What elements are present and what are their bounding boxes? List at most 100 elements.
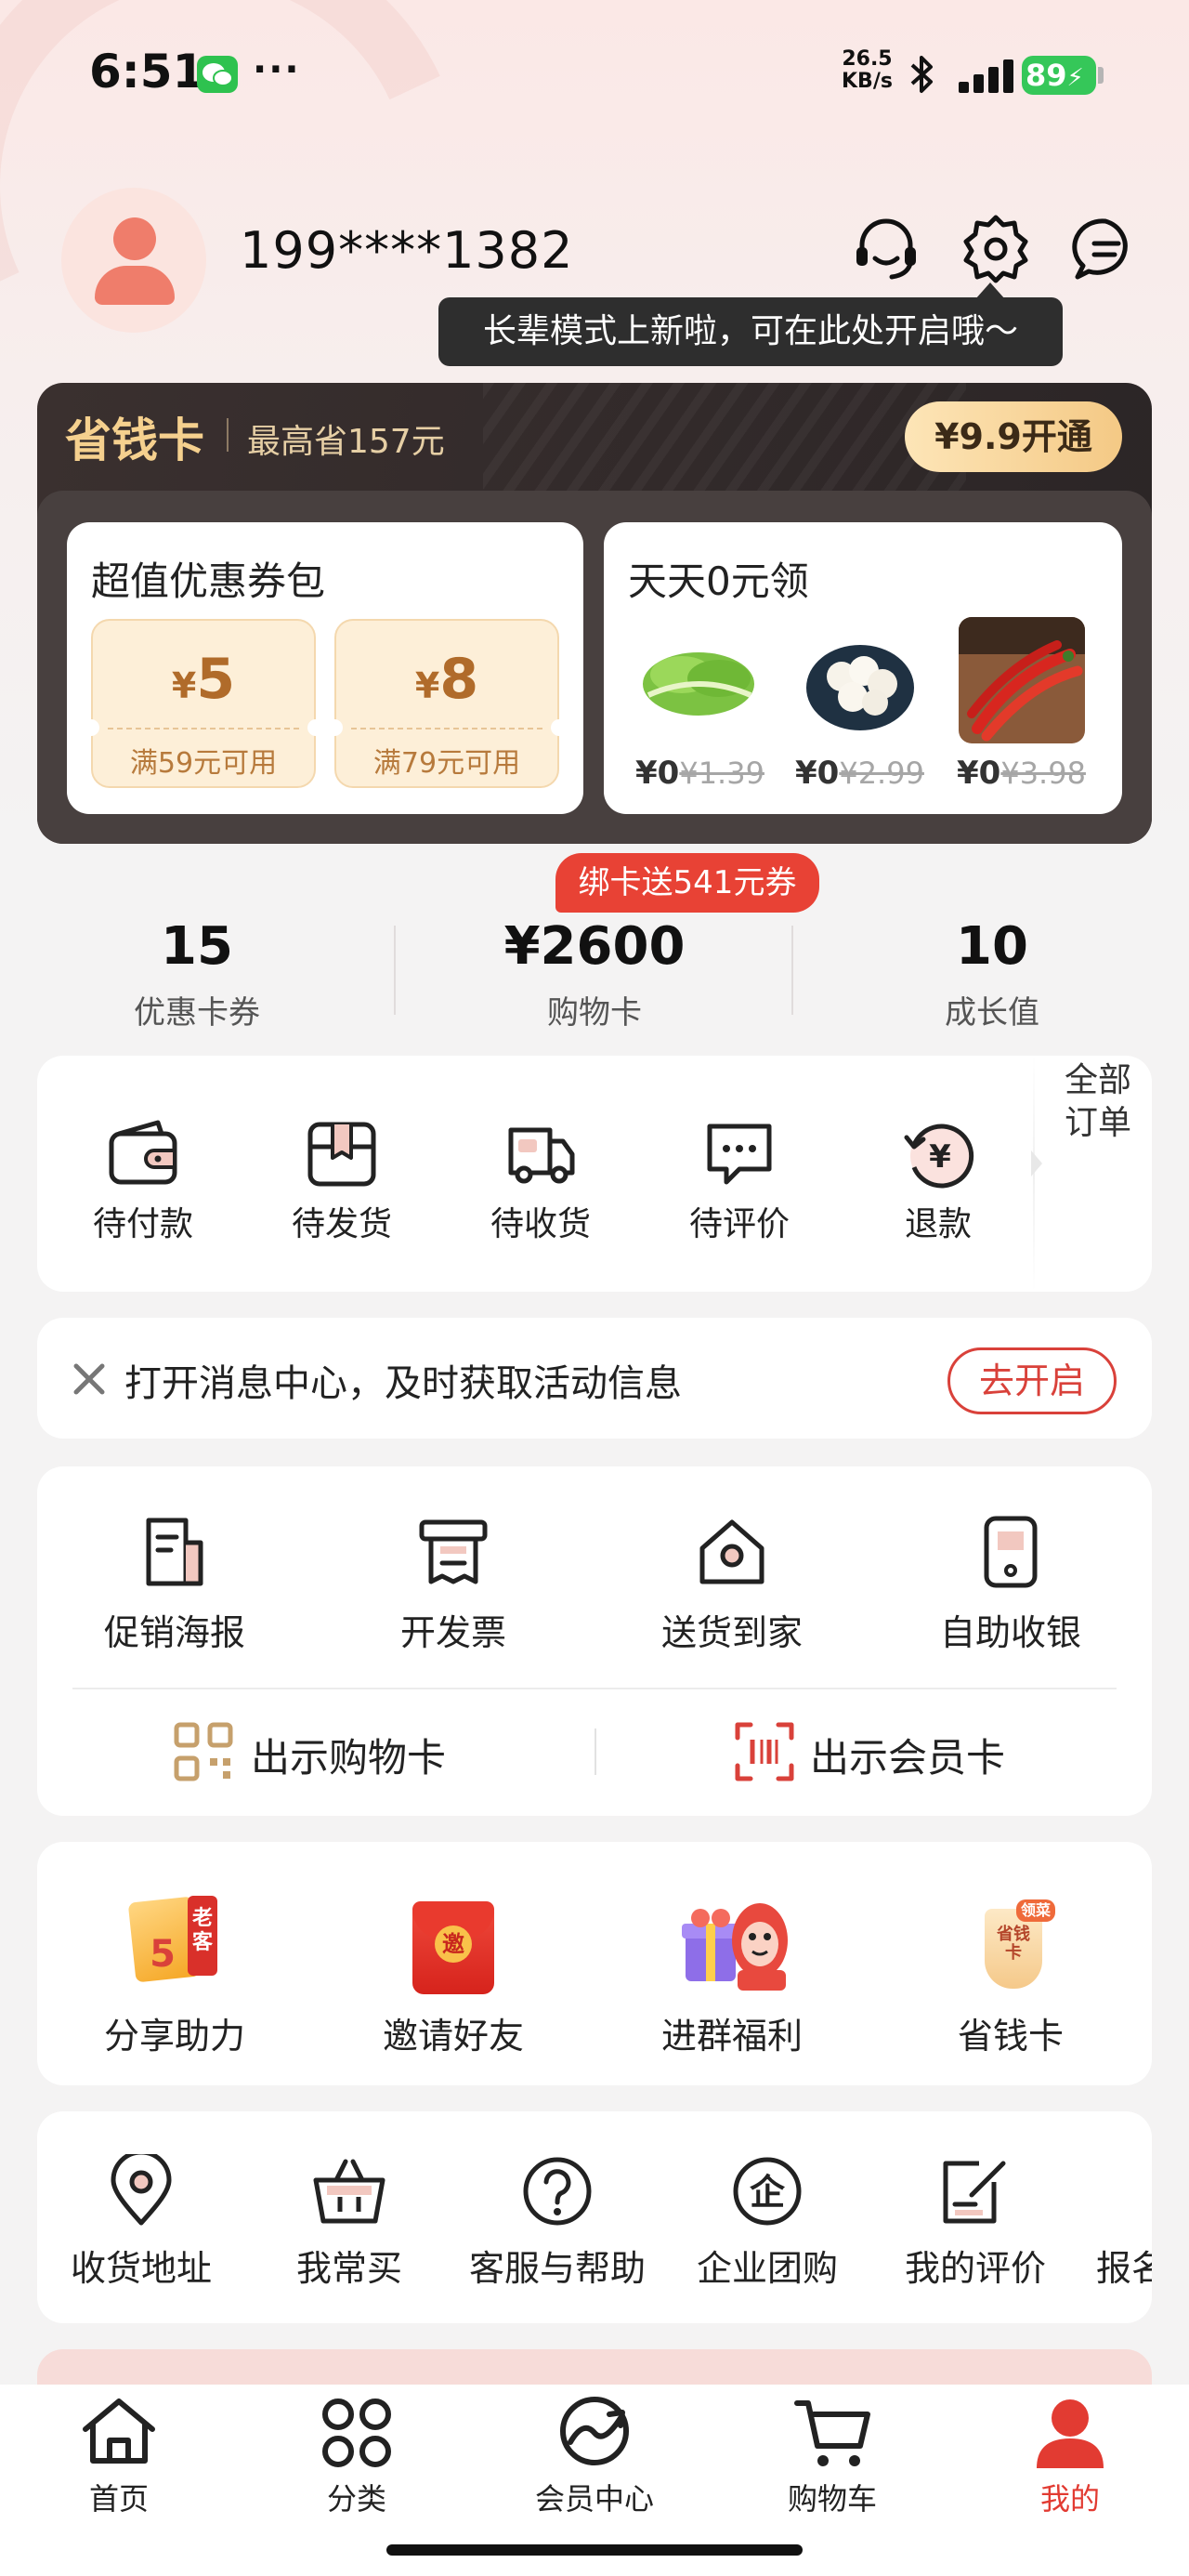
elder-mode-tooltip[interactable]: 长辈模式上新啦，可在此处开启哦～ xyxy=(438,297,1063,366)
show-cards-divider xyxy=(594,1728,596,1775)
shopping-card-balance[interactable]: ¥2600 xyxy=(455,916,734,977)
daily-free-title: 天天0元领 xyxy=(628,559,809,604)
self-checkout-label[interactable]: 自助收银 xyxy=(871,1604,1150,1655)
promo-poster-label[interactable]: 促销海报 xyxy=(35,1604,314,1655)
category-icon[interactable] xyxy=(320,2396,394,2470)
stats-divider xyxy=(791,926,793,1015)
savings-card-divider xyxy=(227,418,229,452)
member-center-icon[interactable] xyxy=(557,2392,632,2470)
home-delivery-icon[interactable] xyxy=(695,1515,769,1589)
lettuce-image[interactable] xyxy=(635,617,762,743)
orders-arrow xyxy=(1031,1150,1042,1176)
stats-divider xyxy=(394,926,396,1015)
avatar-head xyxy=(113,217,156,260)
all-orders-link[interactable]: 全部订单 xyxy=(1050,1059,1146,1145)
tab-member-center[interactable]: 会员中心 xyxy=(502,2476,687,2518)
qr-code-icon[interactable] xyxy=(173,1721,234,1782)
coupon-notch xyxy=(307,719,324,736)
settings-gear-icon[interactable] xyxy=(959,212,1033,286)
network-speed: 26.5 KB/s xyxy=(842,48,893,93)
home-icon[interactable] xyxy=(80,2396,158,2466)
coupon-condition: 满59元可用 xyxy=(129,747,278,780)
savings-card-label[interactable]: 省钱卡 xyxy=(871,2007,1150,2058)
help-icon[interactable] xyxy=(520,2154,594,2228)
chat-icon[interactable] xyxy=(702,1117,777,1191)
show-member-card-button[interactable]: 出示会员卡 xyxy=(810,1727,1005,1783)
network-speed-value: 26.5 xyxy=(842,47,893,71)
my-reviews-label[interactable]: 我的评价 xyxy=(836,2240,1115,2291)
order-pending-review[interactable]: 待评价 xyxy=(647,1197,832,1245)
home-delivery-label[interactable]: 送货到家 xyxy=(593,1604,871,1655)
invite-friends-label[interactable]: 邀请好友 xyxy=(314,2007,593,2058)
location-pin-icon[interactable] xyxy=(104,2154,178,2228)
battery-tip xyxy=(1098,67,1104,84)
tab-home[interactable]: 首页 xyxy=(26,2476,212,2518)
tab-category[interactable]: 分类 xyxy=(264,2476,450,2518)
profile-icon[interactable] xyxy=(1031,2394,1109,2472)
open-savings-card-button[interactable]: ¥9.9开通 xyxy=(905,401,1122,472)
share-boost-icon[interactable]: 5 老客 xyxy=(127,1896,217,1983)
refund-icon[interactable]: ¥ xyxy=(901,1117,975,1191)
show-shopping-card-button[interactable]: 出示购物卡 xyxy=(251,1727,446,1783)
group-benefits-label[interactable]: 进群福利 xyxy=(593,2007,871,2058)
close-icon[interactable] xyxy=(69,1359,110,1400)
invite-envelope-icon[interactable]: 邀 xyxy=(412,1901,494,1994)
shopping-card-label: 购物卡 xyxy=(547,994,642,1032)
order-refund[interactable]: 退款 xyxy=(845,1197,1031,1245)
invoice-icon[interactable] xyxy=(416,1515,490,1589)
savings-card-subtitle: 最高省157元 xyxy=(247,423,445,461)
share-boost-label[interactable]: 分享助力 xyxy=(35,2007,314,2058)
chili-peppers-image[interactable] xyxy=(959,617,1085,743)
bind-card-promo-badge[interactable]: 绑卡送541元券 xyxy=(555,853,819,913)
tab-me[interactable]: 我的 xyxy=(977,2476,1163,2518)
cart-icon[interactable] xyxy=(793,2396,873,2470)
self-checkout-icon[interactable] xyxy=(973,1515,1048,1589)
poster-icon[interactable] xyxy=(137,1515,212,1589)
signup-label: 报名 xyxy=(1096,2248,1152,2289)
coupons-count[interactable]: 15 xyxy=(58,916,336,977)
order-pending-shipment[interactable]: 待发货 xyxy=(249,1197,435,1245)
coupon-divider xyxy=(108,728,299,729)
wechat-icon xyxy=(197,56,238,93)
coupon-notch xyxy=(551,719,568,736)
truck-icon[interactable] xyxy=(503,1117,578,1191)
coupons-label: 优惠卡券 xyxy=(134,994,260,1032)
signup-item[interactable]: 报名 xyxy=(1096,2240,1152,2295)
coupon-amount: ¥8 xyxy=(414,647,479,712)
wallet-icon[interactable] xyxy=(106,1117,180,1191)
user-phone[interactable]: 199****1382 xyxy=(240,221,574,280)
network-speed-unit: KB/s xyxy=(842,70,893,93)
tab-cart[interactable]: 购物车 xyxy=(739,2476,925,2518)
order-pending-payment[interactable]: 待付款 xyxy=(50,1197,236,1245)
bluetooth-icon xyxy=(910,56,933,93)
garlic-image[interactable] xyxy=(797,617,923,743)
battery-level: 89 xyxy=(1026,58,1067,93)
review-icon[interactable] xyxy=(938,2154,1013,2228)
enable-notifications-button[interactable]: 去开启 xyxy=(947,1347,1117,1414)
notification-text: 打开消息中心，及时获取活动信息 xyxy=(124,1362,682,1405)
share-badge: 老客 xyxy=(188,1896,217,1976)
invite-stamp: 邀 xyxy=(435,1925,472,1963)
svg-text:¥: ¥ xyxy=(929,1138,951,1176)
coupon-notch xyxy=(326,719,343,736)
enterprise-icon[interactable]: 企 xyxy=(730,2154,804,2228)
home-indicator xyxy=(386,2544,803,2556)
invoice-label[interactable]: 开发票 xyxy=(314,1604,593,1655)
growth-value[interactable]: 10 xyxy=(853,916,1131,977)
order-pending-receipt[interactable]: 待收货 xyxy=(448,1197,634,1245)
savings-card-tag: 领菜 xyxy=(1016,1899,1055,1922)
savings-card-icon[interactable]: 省钱卡 领菜 xyxy=(979,1899,1055,1992)
status-time: 6:51 xyxy=(89,45,205,99)
share-coupon-value: 5 xyxy=(150,1933,176,1976)
messages-icon[interactable] xyxy=(1068,212,1143,286)
avatar[interactable] xyxy=(61,188,206,333)
barcode-icon[interactable] xyxy=(734,1721,795,1782)
coupon-divider xyxy=(351,728,542,729)
basket-icon[interactable] xyxy=(312,2154,386,2228)
savings-card-title: 省钱卡 xyxy=(65,414,204,467)
group-gift-icon[interactable] xyxy=(682,1892,793,1994)
customer-service-icon[interactable] xyxy=(849,212,923,286)
free-item-price: ¥0¥2.99 xyxy=(795,755,924,792)
free-item-price: ¥0¥1.39 xyxy=(635,755,764,792)
box-icon[interactable] xyxy=(305,1117,379,1191)
